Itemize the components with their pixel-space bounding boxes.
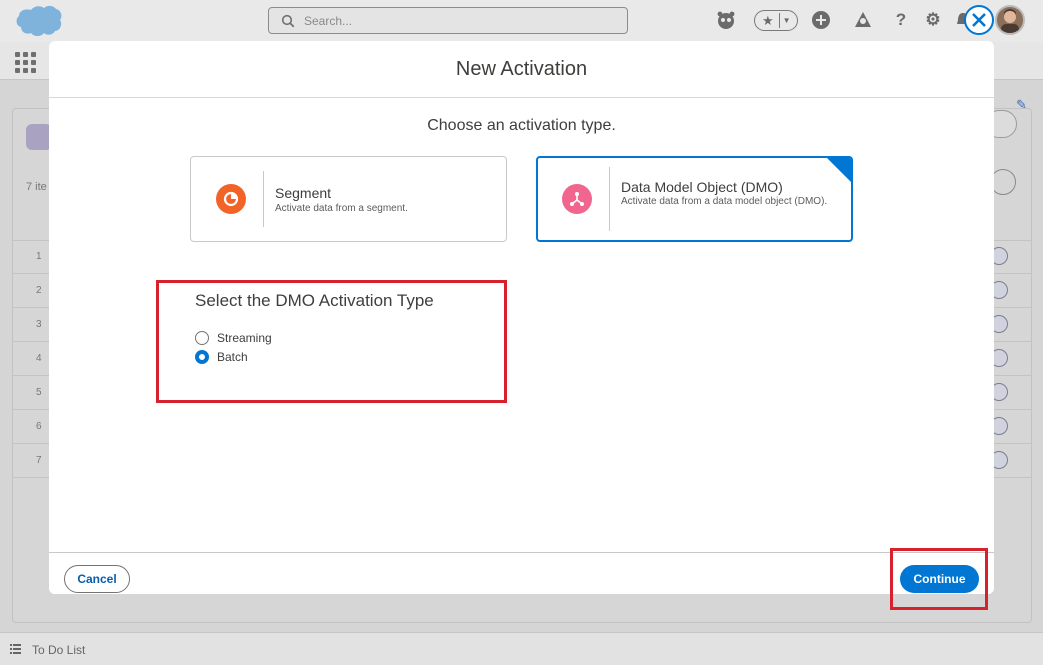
close-modal-button[interactable] bbox=[964, 5, 994, 35]
dmo-option-tile[interactable]: Data Model Object (DMO) Activate data fr… bbox=[536, 156, 853, 242]
segment-icon bbox=[216, 184, 246, 214]
dmo-activation-type-heading: Select the DMO Activation Type bbox=[195, 291, 434, 310]
streaming-radio-option[interactable]: Streaming bbox=[195, 331, 434, 345]
trailhead-icon[interactable] bbox=[852, 9, 874, 31]
streaming-radio-label[interactable]: Streaming bbox=[217, 331, 272, 345]
modal-footer: Cancel Continue bbox=[49, 552, 994, 594]
dmo-option-description: Activate data from a data model object (… bbox=[621, 196, 828, 207]
list-icon bbox=[10, 644, 21, 654]
search-placeholder: Search... bbox=[304, 14, 353, 28]
table-row-number: 2 bbox=[36, 285, 42, 296]
item-count: 7 ite bbox=[26, 181, 47, 193]
user-avatar[interactable] bbox=[995, 5, 1025, 35]
astro-icon[interactable] bbox=[715, 9, 737, 31]
global-header: Search... ★ ▼ ? ⚙ bbox=[0, 0, 1043, 42]
salesforce-cloud-logo[interactable] bbox=[10, 4, 62, 40]
new-activation-modal: New Activation Choose an activation type… bbox=[49, 41, 994, 594]
table-row-number: 4 bbox=[36, 353, 42, 364]
segment-option-tile[interactable]: Segment Activate data from a segment. bbox=[190, 156, 507, 242]
selected-corner-indicator bbox=[826, 158, 851, 183]
table-row-number: 3 bbox=[36, 319, 42, 330]
close-icon bbox=[972, 13, 986, 27]
segment-option-description: Activate data from a segment. bbox=[275, 203, 408, 214]
modal-header: New Activation bbox=[49, 41, 994, 98]
table-row-number: 5 bbox=[36, 387, 42, 398]
batch-radio[interactable] bbox=[195, 350, 209, 364]
dmo-option-title: Data Model Object (DMO) bbox=[621, 179, 783, 195]
data-model-icon bbox=[562, 184, 592, 214]
help-icon[interactable]: ? bbox=[890, 9, 912, 31]
tile-divider bbox=[263, 171, 264, 227]
segment-option-title: Segment bbox=[275, 185, 332, 201]
app-launcher-icon[interactable] bbox=[15, 52, 37, 74]
chevron-down-icon: ▼ bbox=[782, 16, 791, 25]
todo-list-label[interactable]: To Do List bbox=[32, 643, 85, 657]
continue-button[interactable]: Continue bbox=[900, 565, 979, 593]
streaming-radio[interactable] bbox=[195, 331, 209, 345]
utility-bar: To Do List bbox=[0, 632, 1043, 665]
table-row-number: 7 bbox=[36, 455, 42, 466]
batch-radio-option[interactable]: Batch bbox=[195, 350, 434, 364]
search-icon bbox=[281, 14, 295, 28]
table-row-number: 6 bbox=[36, 421, 42, 432]
table-row-number: 1 bbox=[36, 251, 42, 262]
modal-title: New Activation bbox=[455, 57, 588, 80]
batch-radio-label[interactable]: Batch bbox=[217, 350, 248, 364]
dmo-activation-type-group: Select the DMO Activation Type Streaming… bbox=[195, 291, 434, 364]
favorites-button[interactable]: ★ ▼ bbox=[754, 10, 798, 31]
gear-icon[interactable]: ⚙ bbox=[922, 9, 944, 31]
activation-type-prompt: Choose an activation type. bbox=[427, 117, 616, 134]
star-icon: ★ bbox=[762, 12, 774, 28]
add-icon[interactable] bbox=[810, 9, 832, 31]
global-search-input[interactable]: Search... bbox=[268, 7, 628, 34]
cancel-button[interactable]: Cancel bbox=[64, 565, 130, 593]
tile-divider bbox=[609, 167, 610, 231]
